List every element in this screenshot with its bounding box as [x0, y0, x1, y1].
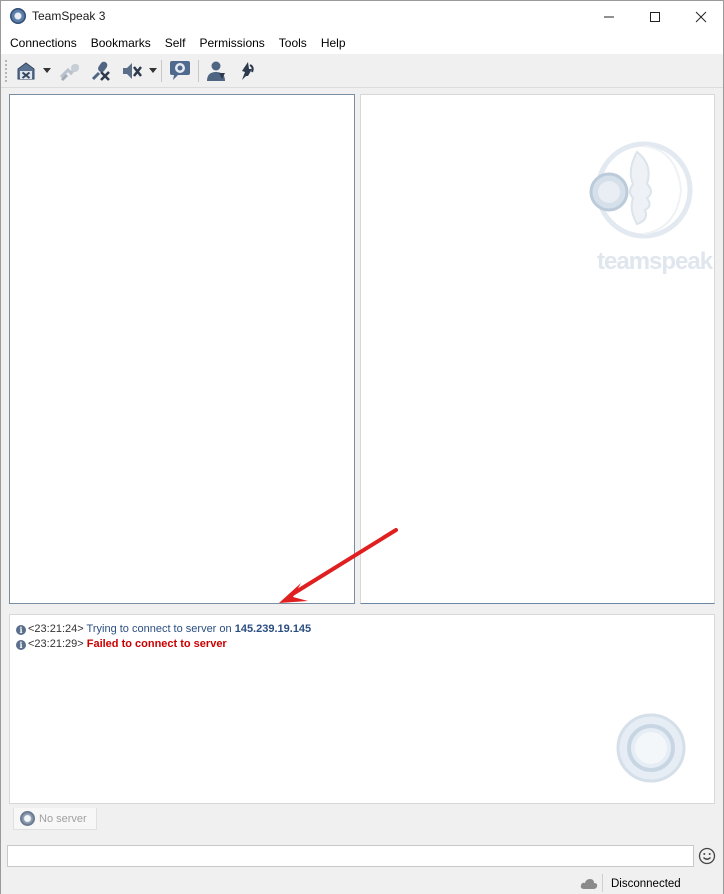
- close-icon: [695, 11, 707, 22]
- mute-microphone-button[interactable]: [88, 58, 114, 84]
- server-tree-panel[interactable]: [9, 94, 355, 604]
- menu-connections[interactable]: Connections: [3, 32, 84, 54]
- server-tab-icon: [20, 811, 35, 826]
- whisper-icon: [242, 62, 254, 80]
- toolbar-grip[interactable]: [5, 60, 7, 82]
- disconnect-dropdown-arrow[interactable]: [43, 68, 51, 74]
- teamspeak-wordmark: teamspeak: [597, 248, 713, 275]
- cloud-icon[interactable]: [580, 878, 598, 890]
- menu-help[interactable]: Help: [314, 32, 353, 54]
- mute-speakers-dropdown-arrow[interactable]: [149, 68, 157, 74]
- mute-speakers-icon: [123, 63, 142, 79]
- disconnect-icon: [17, 62, 35, 80]
- contacts-button[interactable]: [204, 58, 230, 84]
- window-title: TeamSpeak 3: [32, 9, 106, 23]
- disconnect-button[interactable]: [13, 58, 39, 84]
- chat-log-panel[interactable]: i <23:21:24> Trying to connect to server …: [9, 614, 715, 804]
- status-separator: [602, 874, 603, 892]
- away-icon: [59, 64, 80, 82]
- toolbar-separator: [161, 60, 162, 82]
- mute-microphone-icon: [91, 61, 110, 81]
- chat-input[interactable]: [7, 845, 694, 867]
- teamspeak-watermark-icon: [616, 713, 686, 783]
- log-error-message: Failed to connect to server: [86, 638, 227, 650]
- menu-self[interactable]: Self: [158, 32, 193, 54]
- menu-bookmarks[interactable]: Bookmarks: [84, 32, 158, 54]
- teamspeak-window: TeamSpeak 3 Connections Bookmarks Self P…: [0, 0, 724, 894]
- chat-icon: [170, 61, 190, 80]
- maximize-icon: [650, 11, 660, 22]
- log-line: i <23:21:24> Trying to connect to server …: [16, 623, 311, 635]
- log-timestamp: <23:21:29>: [28, 638, 84, 650]
- log-server-address[interactable]: 145.239.19.145: [235, 623, 311, 635]
- info-icon: i: [16, 640, 26, 650]
- tab-no-server[interactable]: No server: [13, 808, 97, 830]
- mute-speakers-button[interactable]: [119, 58, 145, 84]
- close-button[interactable]: [678, 1, 724, 32]
- status-bar: Disconnected: [1, 872, 723, 894]
- chat-button[interactable]: [167, 58, 193, 84]
- connection-status: Disconnected: [611, 878, 681, 890]
- log-timestamp: <23:21:24>: [28, 623, 84, 635]
- teamspeak-logo-icon: [589, 141, 693, 239]
- minimize-icon: [604, 16, 614, 17]
- log-line: i <23:21:29> Failed to connect to server: [16, 638, 227, 650]
- minimize-button[interactable]: [586, 1, 632, 32]
- toolbar: [1, 54, 723, 88]
- log-message: Trying to connect to server on: [86, 623, 232, 635]
- menu-permissions[interactable]: Permissions: [192, 32, 271, 54]
- menu-bar: Connections Bookmarks Self Permissions T…: [1, 32, 723, 54]
- emoji-icon[interactable]: [698, 847, 716, 865]
- server-info-panel[interactable]: teamspeak: [360, 94, 715, 604]
- maximize-button[interactable]: [632, 1, 678, 32]
- whisper-button[interactable]: [235, 58, 261, 84]
- away-button[interactable]: [57, 58, 83, 84]
- menu-tools[interactable]: Tools: [272, 32, 314, 54]
- teamspeak-app-icon: [10, 8, 26, 24]
- info-icon: i: [16, 625, 26, 635]
- toolbar-separator: [198, 60, 199, 82]
- title-bar: TeamSpeak 3: [1, 1, 723, 32]
- contacts-icon: [207, 61, 225, 81]
- tab-label: No server: [39, 813, 87, 825]
